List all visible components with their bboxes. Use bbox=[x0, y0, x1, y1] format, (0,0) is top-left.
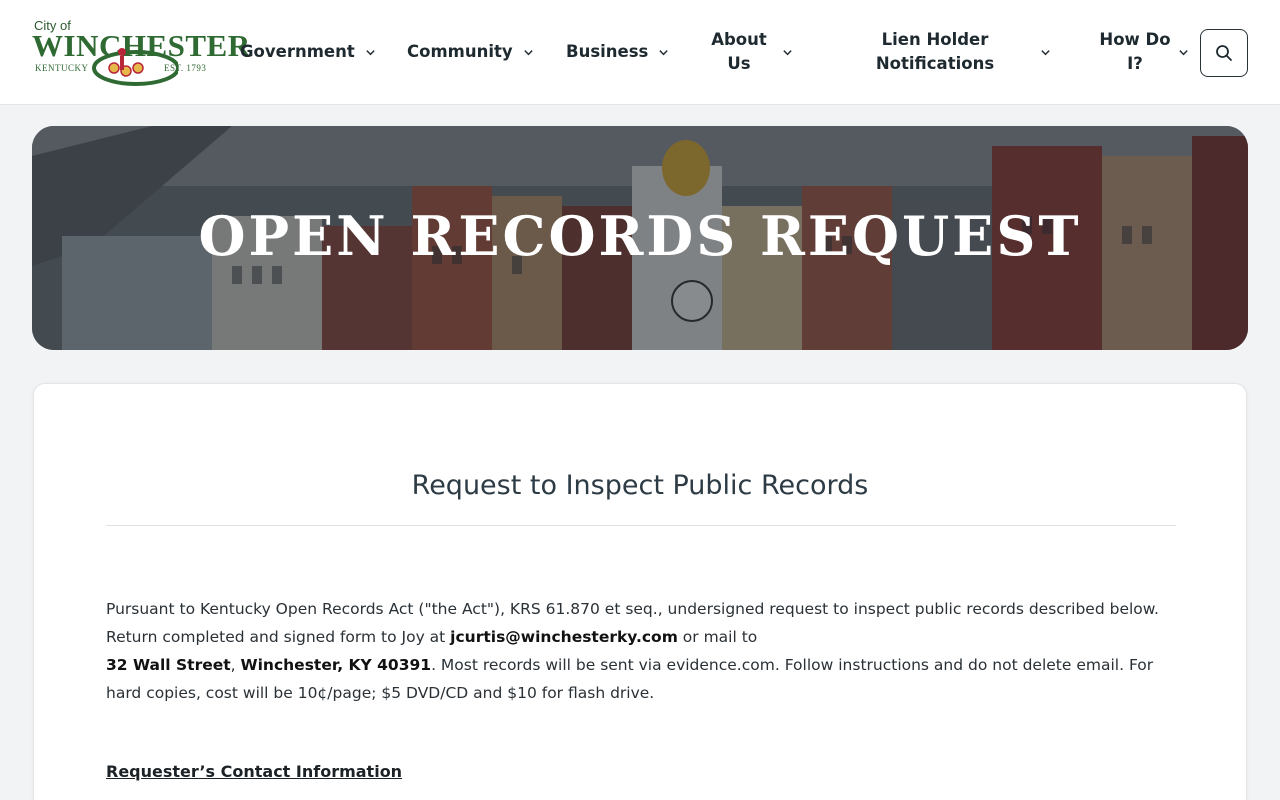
hero-banner: OPEN RECORDS REQUEST bbox=[32, 126, 1248, 350]
content-card: Request to Inspect Public Records Pursua… bbox=[33, 383, 1247, 800]
nav-about-us-label: About Us bbox=[711, 30, 767, 73]
title-divider bbox=[106, 525, 1176, 526]
nav-lien-holder-label: Lien Holder Notifications bbox=[875, 30, 995, 73]
contact-email-link[interactable]: jcurtis@winchesterky.com bbox=[450, 628, 678, 646]
chevron-down-icon bbox=[366, 49, 375, 55]
intro-paragraph: Pursuant to Kentucky Open Records Act ("… bbox=[106, 595, 1186, 707]
search-button[interactable] bbox=[1200, 29, 1248, 77]
chevron-down-icon bbox=[1041, 49, 1050, 55]
nav-how-do-i-label: How Do I? bbox=[1099, 30, 1171, 73]
nav-business-label: Business bbox=[566, 42, 649, 61]
search-icon bbox=[1216, 45, 1232, 61]
nav-business[interactable]: Business bbox=[566, 40, 669, 64]
nav-how-do-i[interactable]: How Do I? bbox=[1094, 28, 1189, 76]
chevron-down-icon bbox=[783, 49, 792, 55]
city-logo[interactable]: City of WINCHESTER KENTUCKY EST. 1793 bbox=[30, 16, 250, 88]
mailing-street: 32 Wall Street bbox=[106, 656, 231, 674]
nav-government-label: Government bbox=[240, 42, 355, 61]
site-header: City of WINCHESTER KENTUCKY EST. 1793 Go… bbox=[0, 0, 1280, 105]
nav-community[interactable]: Community bbox=[407, 40, 534, 64]
nav-about-us[interactable]: About Us bbox=[706, 28, 793, 76]
mailing-city-zip: Winchester, KY 40391 bbox=[240, 656, 432, 674]
chevron-down-icon bbox=[1179, 49, 1188, 55]
page-title: Request to Inspect Public Records bbox=[411, 470, 869, 501]
nav-government[interactable]: Government bbox=[240, 40, 376, 64]
chevron-down-icon bbox=[659, 49, 669, 55]
nav-community-label: Community bbox=[407, 42, 513, 61]
chevron-down-icon bbox=[523, 49, 533, 55]
section-heading-contact: Requester’s Contact Information bbox=[106, 762, 403, 781]
hero-title: OPEN RECORDS REQUEST bbox=[198, 204, 1082, 268]
logo-established: EST. 1793 bbox=[164, 63, 207, 73]
nav-lien-holder[interactable]: Lien Holder Notifications bbox=[858, 28, 1051, 76]
intro-text-2: or mail to bbox=[677, 628, 758, 646]
logo-state: KENTUCKY bbox=[35, 63, 89, 73]
address-comma: , bbox=[230, 656, 241, 674]
